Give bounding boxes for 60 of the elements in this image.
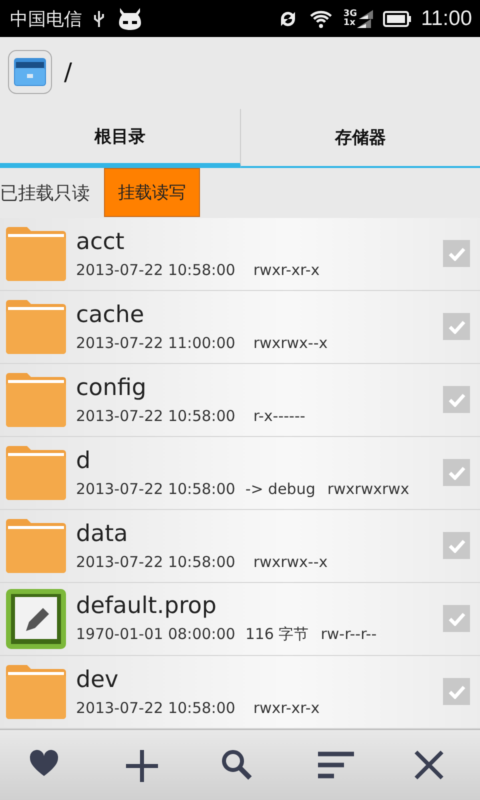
file-date: 1970-01-01 08:00:00: [76, 625, 236, 644]
robot-icon: [116, 6, 144, 31]
network-type: 3G: [343, 10, 357, 19]
wifi-icon: [309, 8, 334, 29]
file-date: 2013-07-22 10:58:00: [76, 552, 236, 571]
file-row[interactable]: cache 2013-07-22 11:00:00 rwxrwx--x: [0, 290, 480, 364]
carrier-name: 中国电信: [10, 8, 82, 31]
file-date: 2013-07-22 11:00:00: [76, 334, 236, 352]
file-name: data: [76, 520, 129, 547]
drawer-icon: [8, 50, 52, 94]
checkbox[interactable]: [443, 240, 470, 268]
file-row[interactable]: config 2013-07-22 10:58:00 r-x------: [0, 364, 480, 437]
checkbox[interactable]: [443, 386, 470, 414]
file-permissions: rwxr-xr-x: [253, 260, 320, 279]
file-info: 116 字节: [245, 625, 309, 644]
file-name: dev: [76, 666, 120, 693]
file-name: acct: [76, 228, 126, 255]
note-icon: [6, 588, 66, 649]
check-icon: [448, 466, 466, 480]
checkbox[interactable]: [443, 605, 470, 632]
signal-icon: [359, 10, 373, 19]
file-row[interactable]: d 2013-07-22 10:58:00 -> debug rwxrwxrwx: [0, 436, 480, 510]
signal-icon: [357, 18, 372, 28]
file-permissions: r-x------: [253, 406, 306, 425]
battery-icon: [383, 10, 411, 27]
file-name: d: [76, 448, 92, 474]
mount-status: 已挂载只读: [0, 182, 90, 205]
file-row[interactable]: acct 2013-07-22 10:58:00 rwxr-xr-x: [0, 218, 480, 291]
file-permissions: rwxrwx--x: [253, 334, 328, 352]
check-icon: [448, 612, 466, 626]
checkbox[interactable]: [443, 313, 470, 340]
mount-button[interactable]: 挂载读写: [104, 168, 200, 218]
file-date: 2013-07-22 10:58:00: [76, 406, 236, 425]
check-icon: [448, 684, 466, 699]
file-row[interactable]: data 2013-07-22 10:58:00 rwxrwx--x: [0, 510, 480, 583]
check-icon: [448, 246, 466, 261]
file-date: 2013-07-22 10:58:00: [76, 480, 236, 498]
file-permissions: rwxr-xr-x: [253, 698, 320, 717]
file-date: 2013-07-22 10:58:00: [76, 260, 236, 279]
path-label: /: [64, 58, 72, 86]
check-icon: [448, 320, 466, 334]
usb-icon: [92, 8, 106, 29]
file-name: default.prop: [76, 593, 218, 620]
file-permissions: rw-r--r--: [320, 625, 377, 644]
file-permissions: rwxrwxrwx: [327, 480, 410, 498]
network-type: 1x: [343, 18, 356, 28]
file-info: -> debug: [245, 480, 316, 498]
file-date: 2013-07-22 10:58:00: [76, 698, 236, 717]
clock: 11:00: [421, 6, 472, 31]
file-row[interactable]: dev 2013-07-22 10:58:00 rwxr-xr-x: [0, 656, 480, 729]
file-name: config: [76, 374, 148, 401]
checkbox[interactable]: [443, 459, 470, 486]
file-permissions: rwxrwx--x: [253, 552, 328, 571]
check-icon: [448, 392, 466, 407]
check-icon: [448, 538, 466, 553]
checkbox[interactable]: [443, 532, 470, 560]
file-row[interactable]: default.prop 1970-01-01 08:00:00 116 字节 rw-r--r--: [0, 582, 480, 656]
file-name: cache: [76, 302, 146, 328]
tab[interactable]: 存储器: [240, 109, 480, 168]
checkbox[interactable]: [443, 678, 470, 706]
